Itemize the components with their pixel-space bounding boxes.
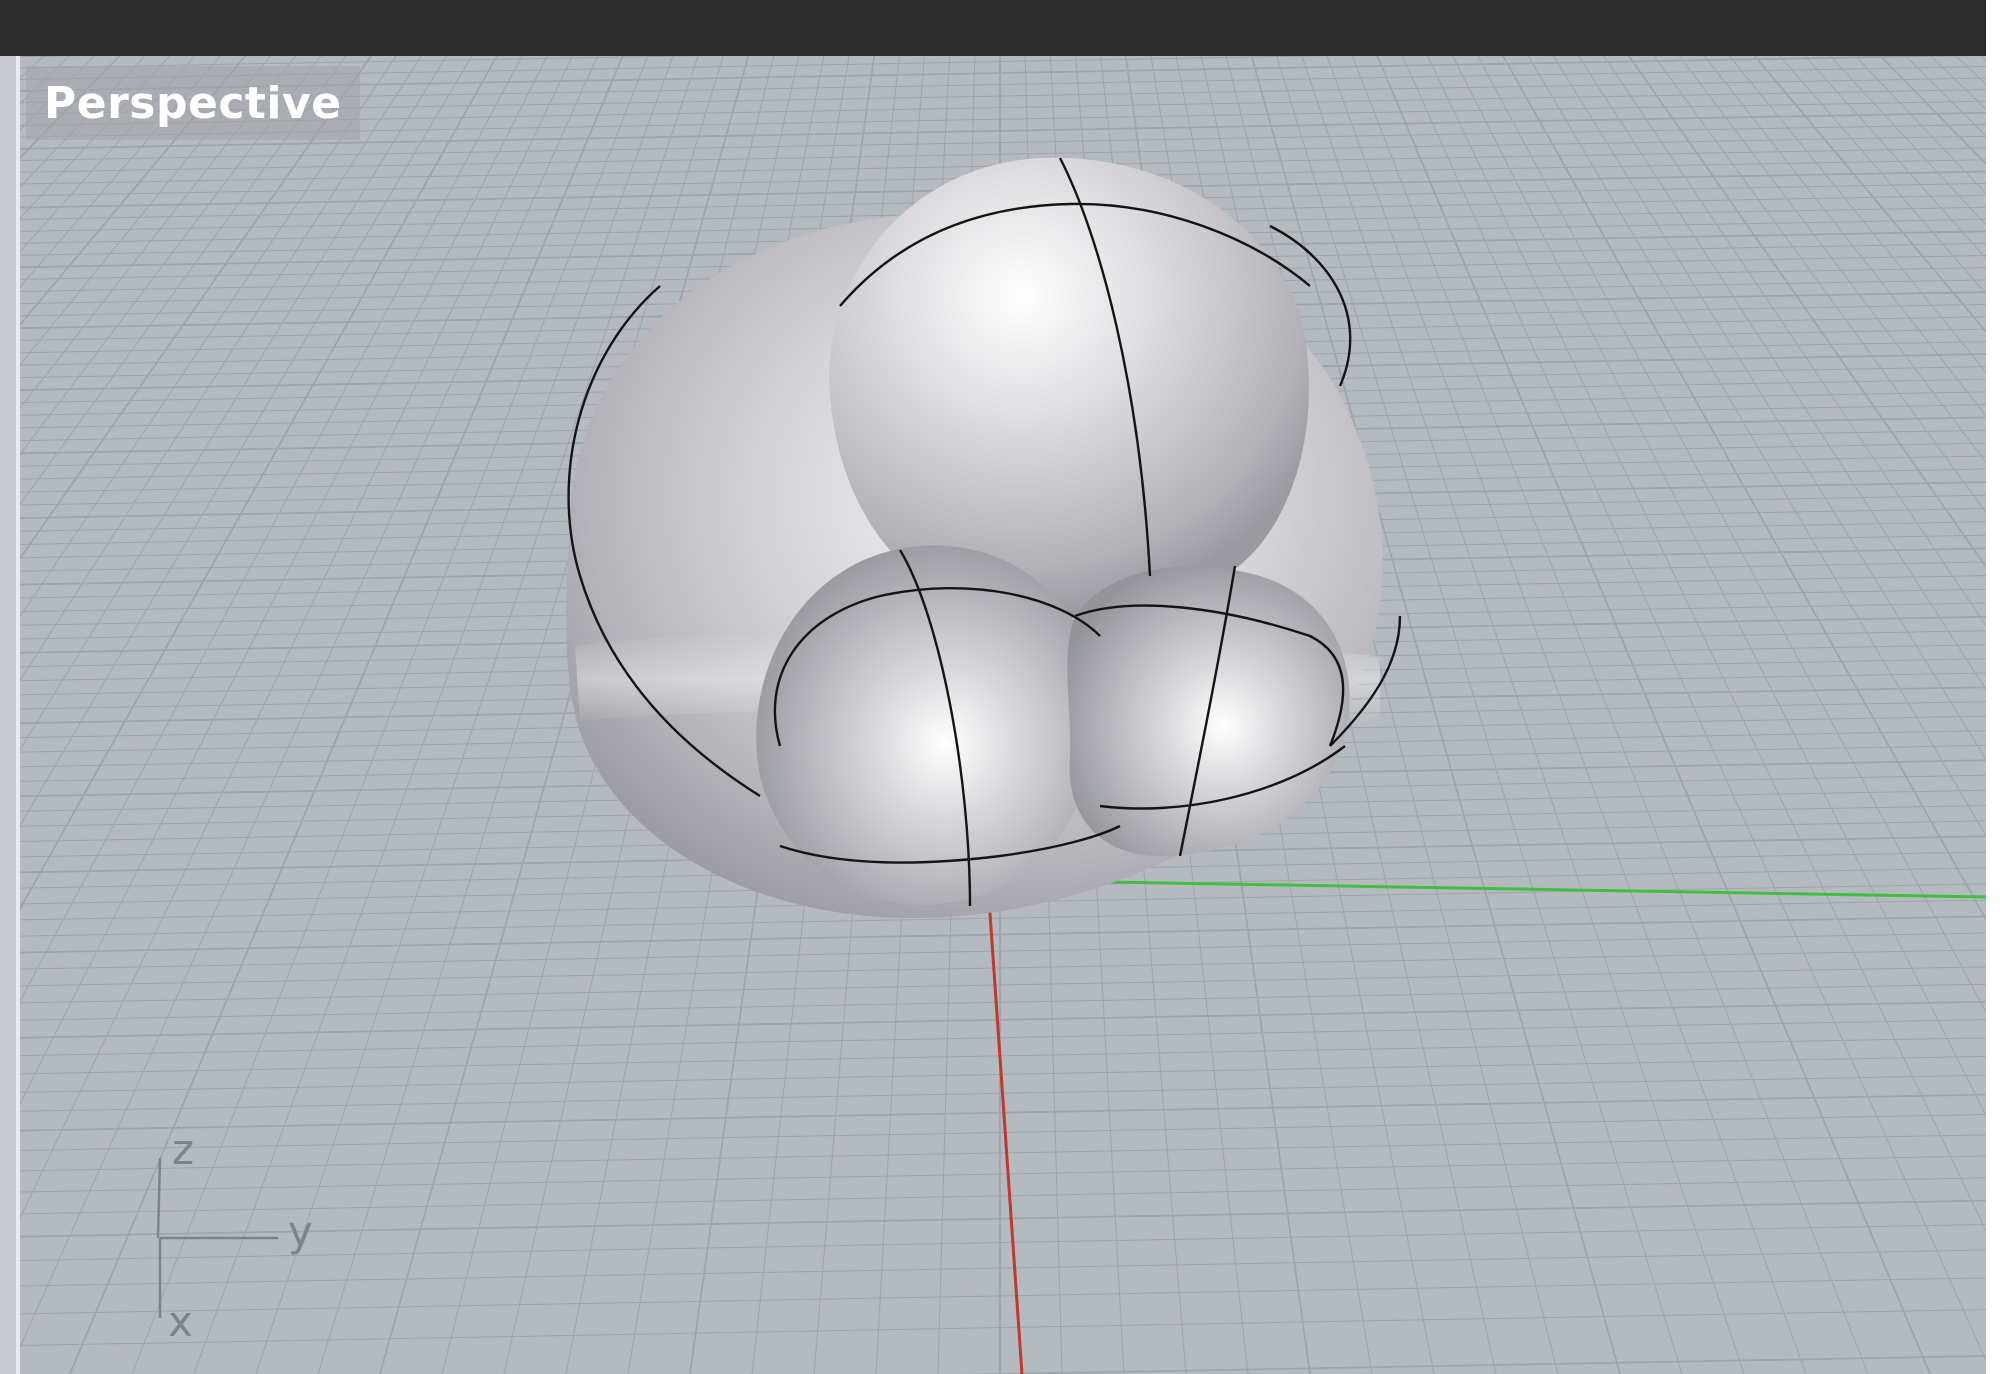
grid-line-width bbox=[20, 966, 1986, 1004]
axis-tripod-widget bbox=[156, 1157, 278, 1318]
grid-line-width bbox=[20, 1277, 1986, 1315]
grid-line-width bbox=[20, 915, 1986, 954]
grid-line-width bbox=[20, 1177, 1986, 1215]
grid-line-width bbox=[20, 1000, 1986, 1039]
grid-line-width bbox=[20, 949, 1986, 987]
tripod-z-label: z bbox=[172, 1125, 194, 1174]
grid-line-width bbox=[20, 1134, 1986, 1172]
title-bar bbox=[0, 0, 2000, 56]
rhino-app-window: z y x Perspective bbox=[0, 0, 2000, 1374]
tripod-z-line bbox=[156, 1157, 162, 1239]
tripod-x-label: x bbox=[168, 1297, 193, 1346]
grid-line-width bbox=[20, 1199, 1986, 1238]
blob-object[interactable] bbox=[566, 157, 1402, 919]
tripod-y-label: y bbox=[288, 1207, 313, 1256]
grid-line-width bbox=[20, 1309, 1986, 1347]
grid-line-width bbox=[20, 1155, 1986, 1193]
grid-line-width bbox=[953, 1355, 1986, 1374]
viewport-title: Perspective bbox=[44, 77, 342, 129]
grid-line-width bbox=[20, 56, 86, 58]
grid-line-width bbox=[20, 983, 1986, 1021]
grid-line-width bbox=[20, 1037, 1986, 1075]
grid-line-width bbox=[20, 932, 1986, 970]
perspective-viewport[interactable]: z y x Perspective bbox=[20, 56, 1986, 1374]
viewport-left-border bbox=[0, 56, 20, 1374]
viewport-canvas[interactable]: z y x bbox=[20, 56, 1986, 1374]
viewport-right-border bbox=[1986, 0, 2000, 1374]
grid-line-width bbox=[20, 1019, 1986, 1057]
world-y-axis bbox=[1104, 880, 1986, 899]
viewport-title-tab[interactable]: Perspective bbox=[26, 66, 360, 140]
